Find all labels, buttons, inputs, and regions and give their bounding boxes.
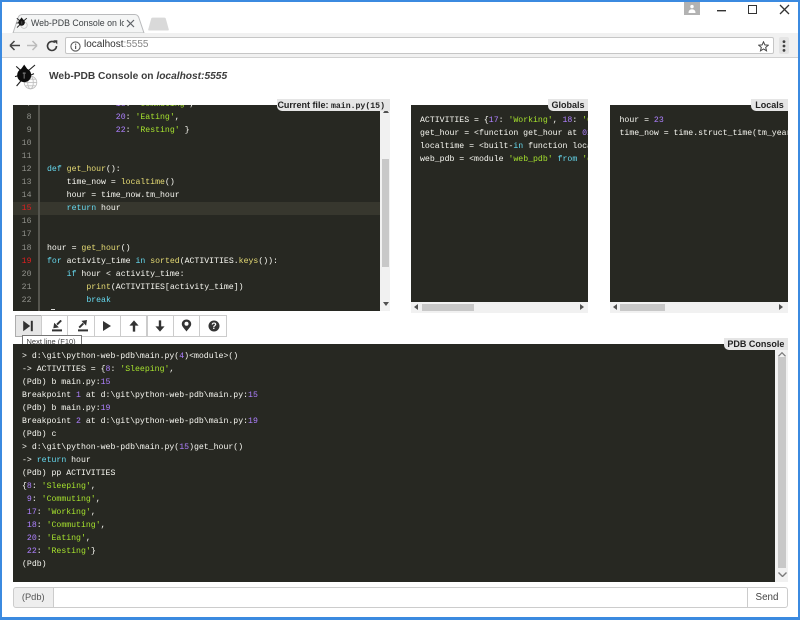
- svg-text:?: ?: [211, 321, 217, 331]
